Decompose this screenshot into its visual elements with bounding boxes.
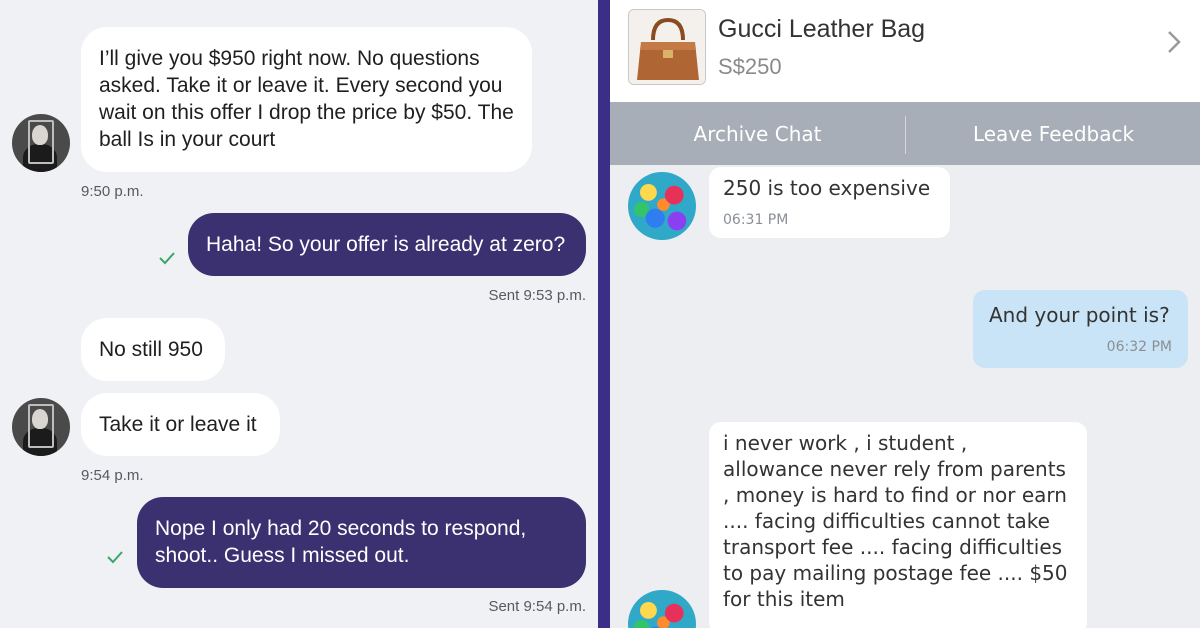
chevron-right-icon[interactable] bbox=[1166, 28, 1182, 56]
handbag-thumbnail[interactable] bbox=[628, 9, 706, 85]
message-text: No still 950 bbox=[99, 338, 203, 361]
incoming-message: Take it or leave it bbox=[81, 393, 280, 456]
left-chat-panel: I’ll give you $950 right now. No questio… bbox=[0, 0, 598, 628]
message-text: Take it or leave it bbox=[99, 413, 257, 436]
right-chat-panel: Gucci Leather Bag S$250 Archive Chat Lea… bbox=[610, 0, 1200, 628]
leave-feedback-button[interactable]: Leave Feedback bbox=[906, 102, 1200, 165]
message-text: i never work , i student , allowance nev… bbox=[723, 431, 1068, 611]
sent-status: Sent 9:54 p.m. bbox=[488, 598, 586, 615]
rainbow-rose-avatar[interactable] bbox=[628, 172, 696, 240]
listing-title[interactable]: Gucci Leather Bag bbox=[718, 15, 925, 44]
outgoing-message: Haha! So your offer is already at zero? bbox=[188, 213, 586, 276]
message-text: Haha! So your offer is already at zero? bbox=[206, 233, 566, 256]
check-icon bbox=[159, 252, 175, 265]
archive-chat-button[interactable]: Archive Chat bbox=[610, 102, 905, 165]
panel-divider bbox=[598, 0, 610, 628]
incoming-message: No still 950 bbox=[81, 318, 225, 381]
message-time: 9:50 p.m. bbox=[81, 183, 144, 200]
incoming-message: i never work , i student , allowance nev… bbox=[709, 422, 1087, 628]
listing-header[interactable]: Gucci Leather Bag S$250 bbox=[610, 0, 1200, 102]
message-time: 06:31 PM bbox=[723, 212, 789, 228]
message-time: 9:54 p.m. bbox=[81, 467, 144, 484]
check-icon bbox=[107, 551, 123, 564]
listing-price: S$250 bbox=[718, 54, 782, 79]
chat-action-bar: Archive Chat Leave Feedback bbox=[610, 102, 1200, 165]
incoming-message: 250 is too expensive 06:31 PM bbox=[709, 167, 950, 238]
outgoing-message: Nope I only had 20 seconds to respond, s… bbox=[137, 497, 586, 588]
message-text: I’ll give you $950 right now. No questio… bbox=[99, 47, 514, 151]
user-avatar[interactable] bbox=[12, 398, 70, 456]
message-text: Nope I only had 20 seconds to respond, s… bbox=[155, 517, 527, 567]
user-avatar[interactable] bbox=[12, 114, 70, 172]
sent-status: Sent 9:53 p.m. bbox=[488, 287, 586, 304]
incoming-message: I’ll give you $950 right now. No questio… bbox=[81, 27, 532, 172]
message-text: 250 is too expensive bbox=[723, 176, 931, 200]
outgoing-message: And your point is? 06:32 PM bbox=[973, 290, 1188, 368]
message-text: And your point is? bbox=[989, 303, 1170, 327]
rainbow-rose-avatar[interactable] bbox=[628, 590, 696, 628]
message-time: 06:32 PM bbox=[1106, 339, 1172, 355]
